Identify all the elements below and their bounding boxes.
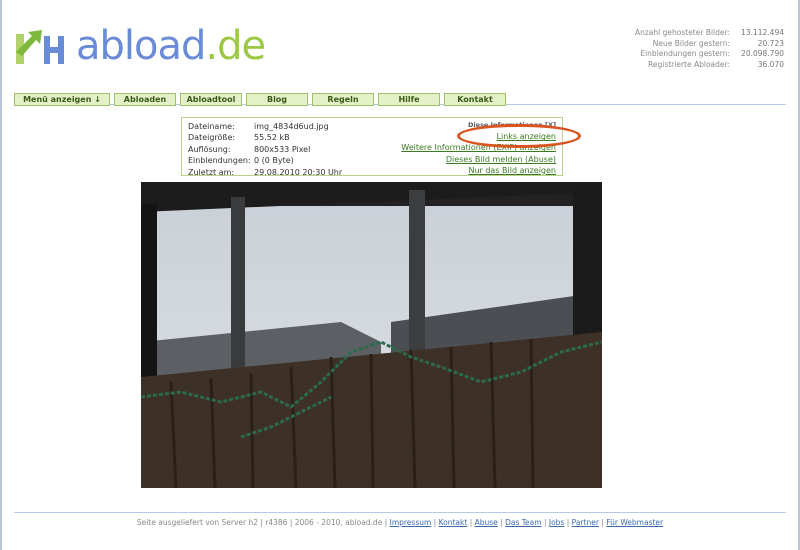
- footer-link-team[interactable]: Das Team: [505, 518, 542, 527]
- image-only-link[interactable]: Nur das Bild anzeigen: [401, 165, 556, 176]
- highlight-annotation: [457, 124, 581, 148]
- stat-row: Neue Bilder gestern: 20.723: [652, 38, 784, 48]
- tab-kontakt[interactable]: Kontakt: [444, 93, 506, 106]
- info-row: Zuletzt am: 29.08.2010 20:30 Uhr: [188, 167, 343, 177]
- photo-illustration: [141, 182, 602, 488]
- footer-link-webmaster[interactable]: Für Webmaster: [606, 518, 663, 527]
- footer-divider: [14, 512, 786, 513]
- tab-menu-anzeigen[interactable]: Menü anzeigen ↓: [14, 93, 110, 106]
- footer-link-abuse[interactable]: Abuse: [475, 518, 498, 527]
- tab-regeln[interactable]: Regeln: [312, 93, 374, 106]
- footer-link-jobs[interactable]: Jobs: [549, 518, 564, 527]
- info-row: Dateiname: img_4834d6ud.jpg: [188, 122, 329, 131]
- abload-logo[interactable]: abload.de: [14, 22, 284, 70]
- tab-blog[interactable]: Blog: [246, 93, 308, 106]
- site-stats: Anzahl gehosteter Bilder: 13.112.494 Neue…: [630, 28, 784, 71]
- footer-link-partner[interactable]: Partner: [572, 518, 599, 527]
- tab-hilfe[interactable]: Hilfe: [378, 93, 440, 106]
- window-frame-left: [0, 0, 2, 550]
- stat-row: Anzahl gehosteter Bilder: 13.112.494: [634, 28, 784, 37]
- footer-link-kontakt[interactable]: Kontakt: [439, 518, 468, 527]
- info-table: Dateiname: img_4834d6ud.jpg Dateigröße: 55…: [188, 121, 342, 178]
- tab-abloaden[interactable]: Abloaden: [114, 93, 176, 106]
- info-row: Dateigröße: 55.52 kB: [188, 133, 290, 143]
- info-row: Einblendungen: 0 (0 Byte): [188, 156, 294, 166]
- footer-text: Seite ausgeliefert von Server h2 | r4386…: [136, 518, 388, 527]
- main-nav: Menü anzeigen ↓ Abloaden Abloadtool Blog…: [14, 93, 506, 106]
- footer-link-impressum[interactable]: Impressum: [390, 518, 432, 527]
- upload-arrow-icon: [16, 30, 64, 64]
- tab-abloadtool[interactable]: Abloadtool: [180, 93, 242, 106]
- hosted-photo[interactable]: [141, 182, 602, 488]
- footer: Seite ausgeliefert von Server h2 | r4386…: [136, 518, 664, 527]
- stat-row: Registrierte Abloader: 36.070: [648, 60, 784, 70]
- logo-text: abload.de: [76, 23, 266, 69]
- info-row: Auflösung: 800x533 Pixel: [188, 144, 311, 154]
- stat-row: Einblendungen gestern: 20.098.790: [640, 49, 784, 59]
- report-abuse-link[interactable]: Dieses Bild melden (Abuse): [401, 154, 556, 165]
